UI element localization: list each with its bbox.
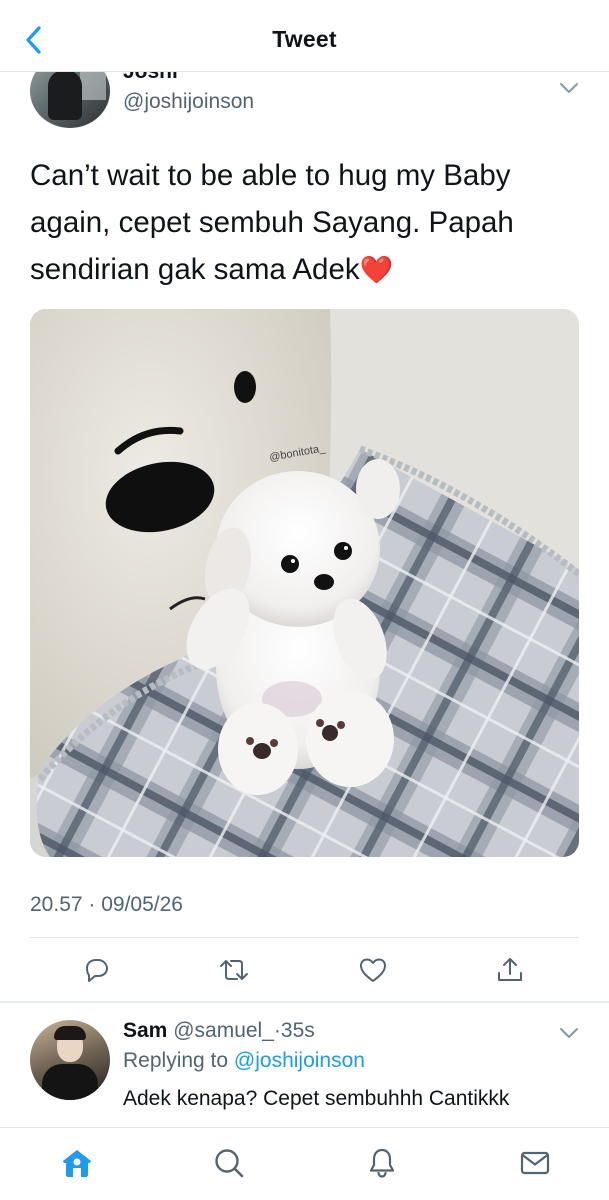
retweet-icon	[220, 960, 248, 980]
top-bar: Tweet	[0, 0, 609, 72]
like-button[interactable]	[353, 950, 393, 990]
replying-to-line: Replying to @joshijoinson	[123, 1049, 365, 1073]
tab-messages[interactable]	[515, 1143, 555, 1183]
reply-options-button[interactable]	[558, 1025, 580, 1041]
replying-to-label: Replying to	[123, 1049, 229, 1072]
tab-search[interactable]	[209, 1143, 249, 1183]
tweet-text: Can’t wait to be able to hug my Baby aga…	[30, 152, 590, 294]
search-icon	[215, 1149, 244, 1178]
notifications-icon	[369, 1148, 395, 1178]
reply-avatar[interactable]	[30, 1020, 110, 1100]
tweet-text-body: Can’t wait to be able to hug my Baby aga…	[30, 159, 514, 286]
page-title: Tweet	[272, 26, 337, 52]
tweet-timestamp: 20.57 · 09/05/26	[30, 893, 183, 916]
tab-home[interactable]	[57, 1143, 97, 1183]
share-icon	[498, 958, 522, 981]
reply-author-handle[interactable]: @samuel_	[173, 1019, 274, 1042]
puppy-photo: @bonitota_	[30, 309, 579, 857]
reply-author-name[interactable]: Sam	[123, 1019, 167, 1042]
retweet-button[interactable]	[214, 950, 254, 990]
heart-emoji: ❤️	[359, 255, 394, 285]
share-button[interactable]	[490, 950, 530, 990]
tweet-author: Joshi @joshijoinson	[0, 72, 609, 132]
chevron-down-icon	[560, 83, 578, 93]
replying-to-link[interactable]: @joshijoinson	[234, 1049, 365, 1072]
bottom-tab-bar	[0, 1127, 609, 1200]
divider	[30, 937, 579, 938]
reply-icon	[86, 959, 108, 982]
reply-button[interactable]	[76, 950, 116, 990]
tab-notifications[interactable]	[362, 1143, 402, 1183]
reply-header: Sam @samuel_·35s	[123, 1019, 315, 1043]
like-icon	[360, 958, 386, 982]
reply-text: Adek kenapa? Cepet sembuhhh Cantikkk	[123, 1087, 510, 1110]
reply-time: 35s	[280, 1019, 315, 1042]
home-icon	[63, 1150, 91, 1177]
author-name[interactable]: Joshi	[123, 72, 178, 84]
author-avatar[interactable]	[30, 72, 110, 128]
tweet-actions	[0, 950, 609, 990]
tweet-options-button[interactable]	[558, 80, 580, 96]
reply-tweet[interactable]: Sam @samuel_·35s Replying to @joshijoins…	[0, 1003, 609, 1125]
messages-icon	[520, 1151, 550, 1175]
reply-separator: ·	[273, 1019, 281, 1042]
author-handle[interactable]: @joshijoinson	[123, 90, 254, 114]
tweet-image[interactable]: @bonitota_	[30, 309, 579, 857]
chevron-down-icon	[560, 1028, 578, 1038]
